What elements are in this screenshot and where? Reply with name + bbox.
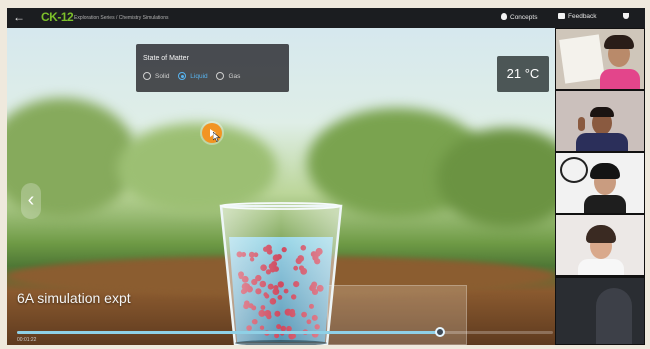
simulation-stage: State of Matter Solid Liquid Gas 21 °C ‹: [7, 28, 555, 345]
feedback-icon: [558, 13, 565, 19]
lightbulb-icon: [501, 13, 507, 20]
arrow-left-icon[interactable]: ←: [13, 10, 25, 24]
background-foliage: [437, 128, 555, 228]
radio-liquid[interactable]: Liquid: [178, 72, 208, 80]
trophy-icon: [623, 13, 629, 19]
radio-solid[interactable]: Solid: [143, 72, 169, 80]
participant-silhouette: [596, 288, 632, 344]
panel-title: State of Matter: [143, 55, 189, 62]
seek-bar[interactable]: [17, 327, 553, 337]
previous-arrow-button[interactable]: ‹: [21, 183, 41, 219]
radio-gas[interactable]: Gas: [216, 72, 240, 80]
mouse-cursor-icon: [213, 132, 221, 142]
held-paper: [559, 34, 605, 84]
participant-tile-3[interactable]: [556, 153, 644, 213]
state-of-matter-panel: State of Matter Solid Liquid Gas: [136, 44, 289, 92]
breadcrumb: Exploration Series / Chemistry Simulatio…: [74, 15, 169, 21]
background-foliage: [117, 123, 277, 213]
participant-clothing: [576, 133, 628, 151]
participant-hair: [604, 35, 634, 49]
participant-hair: [590, 107, 614, 117]
top-bar: ← CK-12 Exploration Series / Chemistry S…: [7, 8, 645, 28]
background-drawing: [560, 157, 588, 183]
feedback-button[interactable]: Feedback: [558, 13, 597, 20]
radio-dot[interactable]: [178, 72, 187, 80]
participant-hair: [590, 163, 620, 179]
radio-label-liquid: Liquid: [190, 72, 208, 80]
participant-clothing: [600, 69, 640, 89]
background-glass-pane: [327, 285, 467, 345]
radio-label-solid: Solid: [155, 72, 170, 80]
participants-strip: [555, 28, 645, 345]
seek-bar-progress: [17, 331, 441, 334]
trophy-button[interactable]: [623, 13, 632, 20]
participant-hair: [586, 225, 616, 243]
participant-hand: [578, 117, 585, 131]
radio-label-gas: Gas: [228, 72, 241, 80]
radio-dot[interactable]: [216, 72, 225, 80]
concepts-label: Concepts: [510, 14, 538, 21]
state-radio-group: Solid Liquid Gas: [143, 72, 247, 82]
temperature-display: 21 °C: [497, 56, 549, 92]
participant-clothing: [578, 259, 624, 275]
ck12-logo[interactable]: CK-12: [41, 10, 74, 24]
concepts-button[interactable]: Concepts: [501, 13, 537, 21]
feedback-label: Feedback: [568, 13, 597, 20]
participant-tile-2[interactable]: [556, 91, 644, 151]
participant-tile-5[interactable]: [556, 278, 644, 344]
screenshot-frame: ← CK-12 Exploration Series / Chemistry S…: [0, 0, 650, 349]
video-caption: 6A simulation expt: [17, 290, 131, 306]
beaker: [219, 202, 343, 345]
radio-dot[interactable]: [143, 72, 151, 80]
playback-time: 00:01:22: [17, 337, 37, 343]
app-window: ← CK-12 Exploration Series / Chemistry S…: [7, 8, 645, 345]
participant-tile-1[interactable]: [556, 29, 644, 89]
participant-clothing: [584, 195, 626, 213]
beaker-glass: [219, 204, 343, 345]
participant-tile-4[interactable]: [556, 215, 644, 275]
